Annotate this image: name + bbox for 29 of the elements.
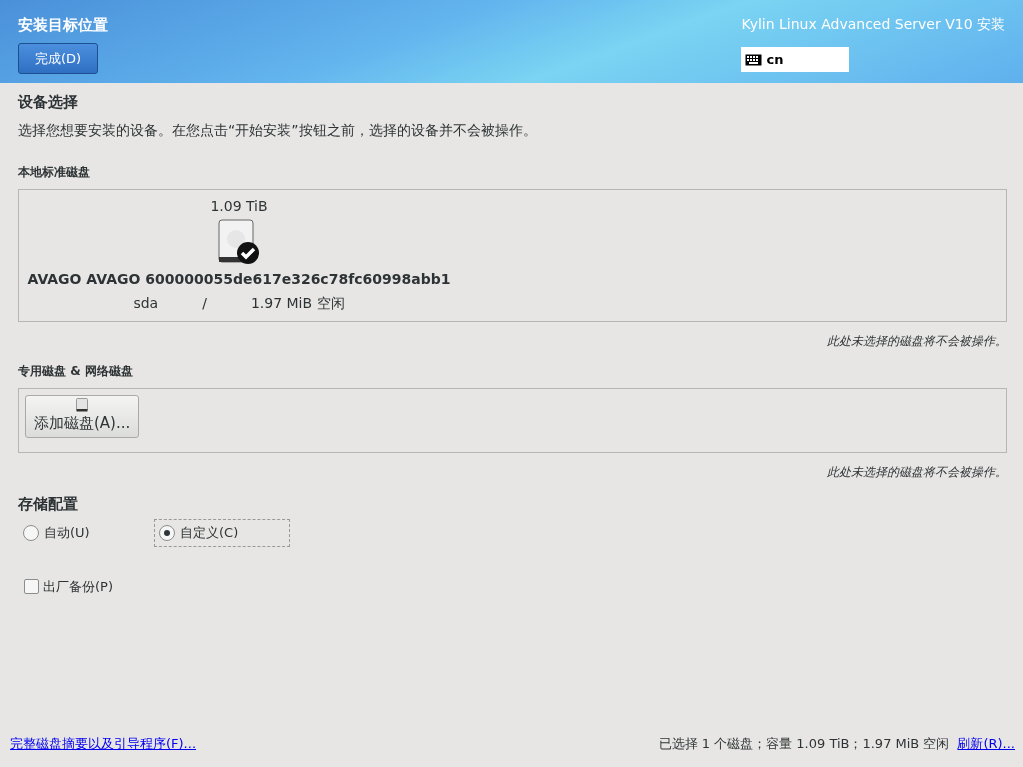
radio-option[interactable]: 自定义(C) (154, 519, 290, 547)
disk-size: 1.09 TiB (210, 196, 268, 216)
subsection-heading: 专用磁盘 & 网络磁盘 (18, 362, 134, 380)
radio-option[interactable]: 自动(U) (18, 519, 114, 547)
disk-device: sda (133, 293, 159, 313)
checkbox[interactable] (24, 578, 39, 594)
done-button[interactable]: 完成(D) (18, 42, 99, 74)
disk-free-space: 1.97 MiB 空闲 (250, 293, 345, 313)
refresh-link[interactable]: 刷新(R)... (957, 734, 1015, 754)
hard-disk-icon[interactable] (218, 218, 260, 265)
note-text: 此处未选择的磁盘将不会被操作。 (826, 463, 1007, 481)
keyboard-icon (745, 53, 763, 66)
selection-status: 已选择 1 个磁盘；容量 1.09 TiB；1.97 MiB 空闲 (658, 735, 950, 754)
add-disk-button[interactable]: 添加磁盘(A)... (25, 394, 140, 438)
keyboard-layout-indicator[interactable]: cn (741, 47, 850, 72)
disk-name: AVAGO AVAGO 600000055de617e326c78fc60998abb1 (27, 269, 451, 289)
description-text: 选择您想要安装的设备。在您点击“开始安装”按钮之前，选择的设备并不会被操作。 (18, 120, 538, 140)
section-heading: 存储配置 (18, 493, 79, 515)
radio-button[interactable] (159, 524, 175, 541)
subsection-heading: 本地标准磁盘 (18, 163, 91, 181)
section-heading: 设备选择 (18, 92, 79, 113)
page-title: 安装目标位置 (18, 15, 108, 36)
product-title: Kylin Linux Advanced Server V10 安装 (741, 15, 1005, 34)
checkbox-label: 出厂备份(P) (43, 577, 113, 596)
note-text: 此处未选择的磁盘将不会被操作。 (826, 332, 1007, 350)
separator-text: / (202, 293, 207, 313)
keyboard-layout-label: cn (766, 50, 784, 69)
radio-button[interactable] (23, 524, 39, 541)
disk-summary-link[interactable]: 完整磁盘摘要以及引导程序(F)... (10, 734, 197, 754)
